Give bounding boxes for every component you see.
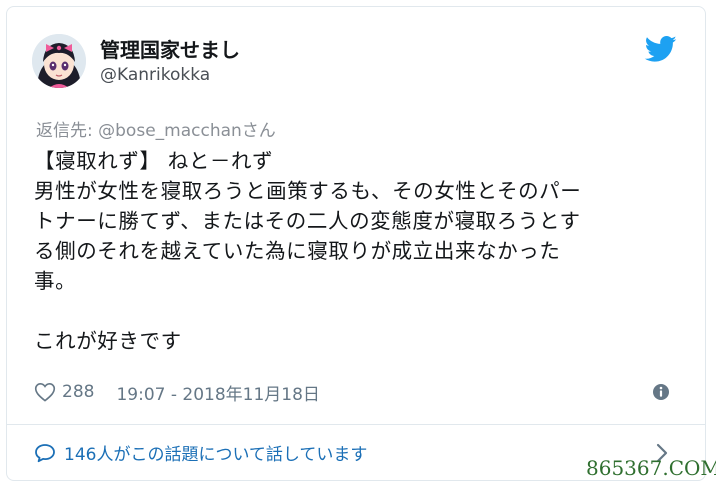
like-button[interactable]: 288	[34, 382, 94, 402]
reply-to-line: 返信先: @bose_macchanさん	[36, 116, 276, 141]
tweet-meta: 288 19:07 - 2018年11月18日	[34, 380, 320, 405]
avatar[interactable]	[32, 34, 86, 88]
tweet-text-line: る側のそれを越えていた為に寝取りが成立出来なかった	[34, 239, 561, 263]
twitter-bird-icon[interactable]	[644, 36, 678, 62]
like-count: 288	[62, 382, 95, 402]
conversation-link[interactable]: 146人がこの話題について話しています	[34, 440, 367, 465]
divider	[6, 424, 706, 425]
tweet-text-line: トナーに勝てず、またはその二人の変態度が寝取ろうとす	[34, 209, 581, 233]
reply-prefix: 返信先:	[36, 121, 99, 141]
speech-bubble-icon	[35, 443, 55, 462]
info-icon[interactable]	[652, 383, 670, 401]
timestamp[interactable]: 19:07 - 2018年11月18日	[116, 380, 319, 405]
tweet-text-line: 男性が女性を寝取ろうと画策するも、その女性とそのパー	[34, 179, 582, 203]
display-name[interactable]: 管理国家せまし	[100, 34, 240, 63]
watermark: 865367.COM	[586, 456, 716, 480]
user-handle[interactable]: @Kanrikokka	[100, 65, 210, 85]
tweet-text: 【寝取れず】 ねと－れず 男性が女性を寝取ろうと画策するも、その女性とそのパー …	[34, 146, 674, 356]
reply-to-link[interactable]: @bose_macchan	[98, 121, 242, 141]
tweet-text-line: 事。	[34, 269, 77, 293]
reply-suffix: さん	[241, 121, 276, 141]
tweet-text-line: これが好きです	[34, 329, 182, 353]
conversation-text: 146人がこの話題について話しています	[64, 445, 368, 465]
tweet-text-blank-line	[34, 296, 674, 326]
tweet-text-line: 【寝取れず】 ねと－れず	[34, 149, 274, 173]
heart-icon	[34, 382, 56, 402]
